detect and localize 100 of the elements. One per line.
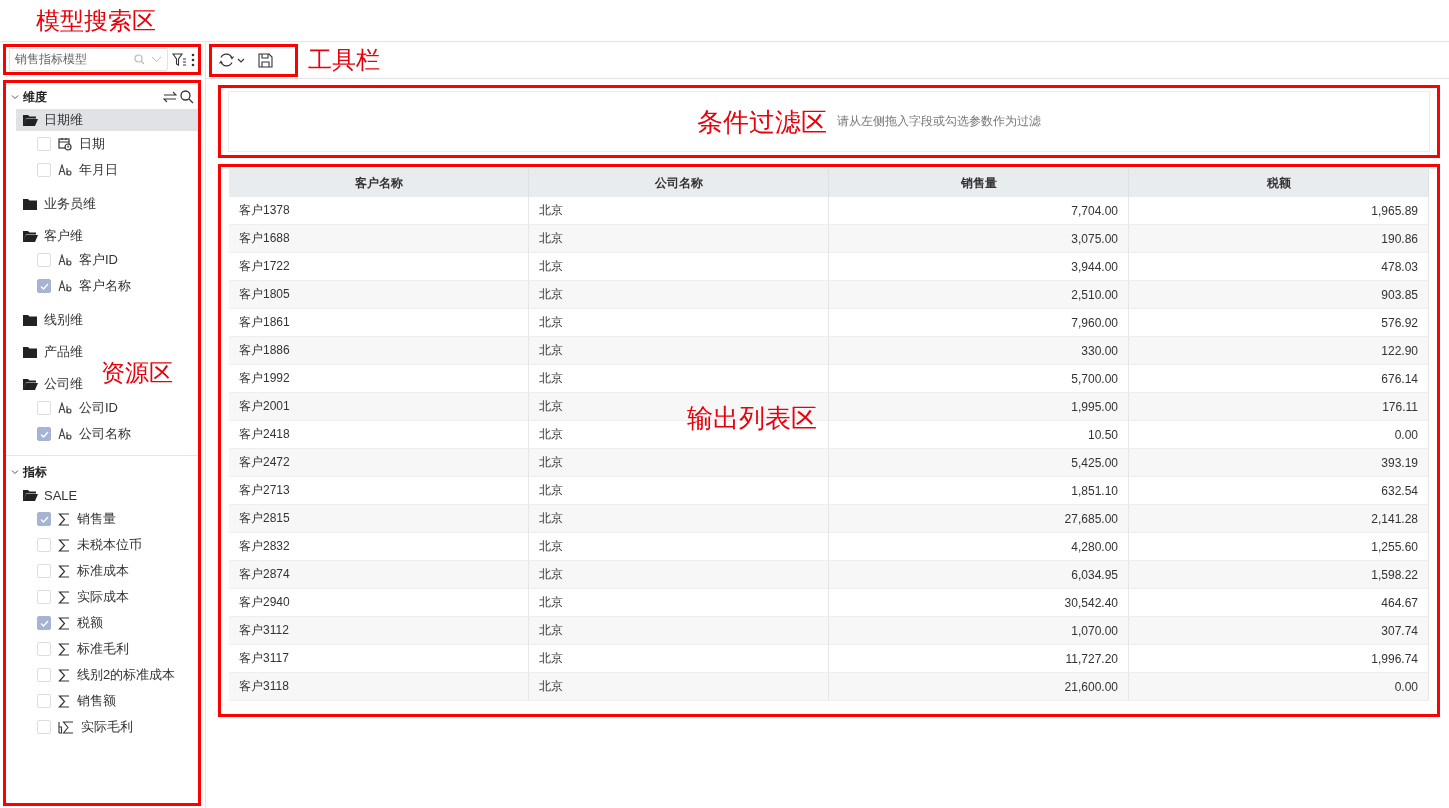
table-cell: 北京 xyxy=(529,617,829,645)
checkbox[interactable] xyxy=(37,642,51,656)
column-header: 税额 xyxy=(1129,169,1429,197)
checkbox[interactable] xyxy=(37,137,51,151)
table-cell: 330.00 xyxy=(829,337,1129,365)
table-cell: 客户1992 xyxy=(229,365,529,393)
table-cell: 7,704.00 xyxy=(829,197,1129,225)
checkbox[interactable] xyxy=(37,668,51,682)
table-cell: 1,965.89 xyxy=(1129,197,1429,225)
text-type-icon xyxy=(58,280,72,292)
table-cell: 北京 xyxy=(529,281,829,309)
folder-row[interactable]: 日期维 xyxy=(16,109,198,131)
field-label[interactable]: 销售额 xyxy=(77,692,116,710)
checkbox[interactable] xyxy=(37,279,51,293)
field-label[interactable]: 公司名称 xyxy=(79,425,131,443)
table-cell: 北京 xyxy=(529,505,829,533)
table-cell: 客户2815 xyxy=(229,505,529,533)
chevron-icon[interactable] xyxy=(10,467,20,477)
folder-row[interactable]: 客户维 xyxy=(16,225,198,247)
field-label[interactable]: 年月日 xyxy=(79,161,118,179)
sigma-icon xyxy=(58,538,70,552)
table-cell: 北京 xyxy=(529,561,829,589)
table-cell: 7,960.00 xyxy=(829,309,1129,337)
filter-drop-zone[interactable]: 条件过滤区 请从左侧拖入字段或勾选参数作为过滤 xyxy=(228,91,1430,152)
checkbox[interactable] xyxy=(37,512,51,526)
table-cell: 4,280.00 xyxy=(829,533,1129,561)
save-button[interactable] xyxy=(258,52,273,68)
annotation-label: 模型搜索区 xyxy=(36,8,156,33)
checkbox[interactable] xyxy=(37,427,51,441)
table-cell: 客户1805 xyxy=(229,281,529,309)
model-select-field[interactable]: 销售指标模型 xyxy=(9,48,168,71)
field-label[interactable]: 税额 xyxy=(77,614,103,632)
checkbox[interactable] xyxy=(37,616,51,630)
table-cell: 11,727.20 xyxy=(829,645,1129,673)
sigma-icon xyxy=(58,668,70,682)
checkbox[interactable] xyxy=(37,253,51,267)
annotation-label: 条件过滤区 xyxy=(697,108,827,135)
table-cell: 1,851.10 xyxy=(829,477,1129,505)
checkbox[interactable] xyxy=(37,590,51,604)
folder-row[interactable]: 业务员维 xyxy=(16,193,198,215)
filter-button[interactable] xyxy=(172,52,187,67)
section-title: 维度 xyxy=(23,88,48,106)
folder-row[interactable]: 线别维 xyxy=(16,309,198,331)
table-cell: 1,070.00 xyxy=(829,617,1129,645)
field-label[interactable]: 线别2的标准成本 xyxy=(77,666,176,684)
more-button[interactable] xyxy=(191,52,195,67)
field-label[interactable]: 公司ID xyxy=(79,399,118,417)
table-cell: 464.67 xyxy=(1129,589,1429,617)
table-cell: 190.86 xyxy=(1129,225,1429,253)
table-cell: 1,995.00 xyxy=(829,393,1129,421)
table-cell: 北京 xyxy=(529,337,829,365)
field-label[interactable]: 客户名称 xyxy=(79,277,131,295)
field-label[interactable]: 实际成本 xyxy=(77,588,129,606)
search-icon xyxy=(134,54,145,65)
field-label[interactable]: 实际毛利 xyxy=(81,718,133,736)
open-folder-icon xyxy=(22,113,38,127)
table-cell: 客户3117 xyxy=(229,645,529,673)
table-cell: 576.92 xyxy=(1129,309,1429,337)
table-cell: 客户1378 xyxy=(229,197,529,225)
checkbox[interactable] xyxy=(37,720,51,734)
table-cell: 客户2001 xyxy=(229,393,529,421)
table-cell: 北京 xyxy=(529,309,829,337)
folder-icon xyxy=(22,345,38,359)
sigma-icon xyxy=(58,564,70,578)
field-label[interactable]: 销售量 xyxy=(77,510,116,528)
table-cell: 1,598.22 xyxy=(1129,561,1429,589)
table-cell: 北京 xyxy=(529,673,829,701)
field-label[interactable]: 日期 xyxy=(79,135,105,153)
checkbox[interactable] xyxy=(37,564,51,578)
table-cell: 5,700.00 xyxy=(829,365,1129,393)
sigma-icon xyxy=(58,590,70,604)
checkbox[interactable] xyxy=(37,163,51,177)
search-button[interactable] xyxy=(180,90,194,104)
sigma-icon xyxy=(58,694,70,708)
table-cell: 393.19 xyxy=(1129,449,1429,477)
table-cell: 北京 xyxy=(529,197,829,225)
checkbox[interactable] xyxy=(37,401,51,415)
checkbox[interactable] xyxy=(37,694,51,708)
folder-icon xyxy=(22,313,38,327)
field-label[interactable]: 客户ID xyxy=(79,251,118,269)
table-cell: 客户1886 xyxy=(229,337,529,365)
field-label[interactable]: 未税本位币 xyxy=(77,536,142,554)
refresh-dropdown-button[interactable] xyxy=(218,52,246,68)
table-cell: 2,141.28 xyxy=(1129,505,1429,533)
table-cell: 122.90 xyxy=(1129,337,1429,365)
calculated-sigma-icon xyxy=(58,720,74,734)
table-cell: 北京 xyxy=(529,449,829,477)
table-cell: 0.00 xyxy=(1129,673,1429,701)
checkbox[interactable] xyxy=(37,538,51,552)
column-header: 销售量 xyxy=(829,169,1129,197)
table-cell: 30,542.40 xyxy=(829,589,1129,617)
open-folder-icon xyxy=(22,229,38,243)
chevron-icon[interactable] xyxy=(10,92,20,102)
folder-row[interactable]: SALE xyxy=(16,484,198,506)
dropdown-chevron-icon xyxy=(151,56,162,63)
swap-button[interactable] xyxy=(163,91,177,103)
field-label[interactable]: 标准毛利 xyxy=(77,640,129,658)
field-label[interactable]: 标准成本 xyxy=(77,562,129,580)
table-cell: 27,685.00 xyxy=(829,505,1129,533)
table-cell: 客户2940 xyxy=(229,589,529,617)
